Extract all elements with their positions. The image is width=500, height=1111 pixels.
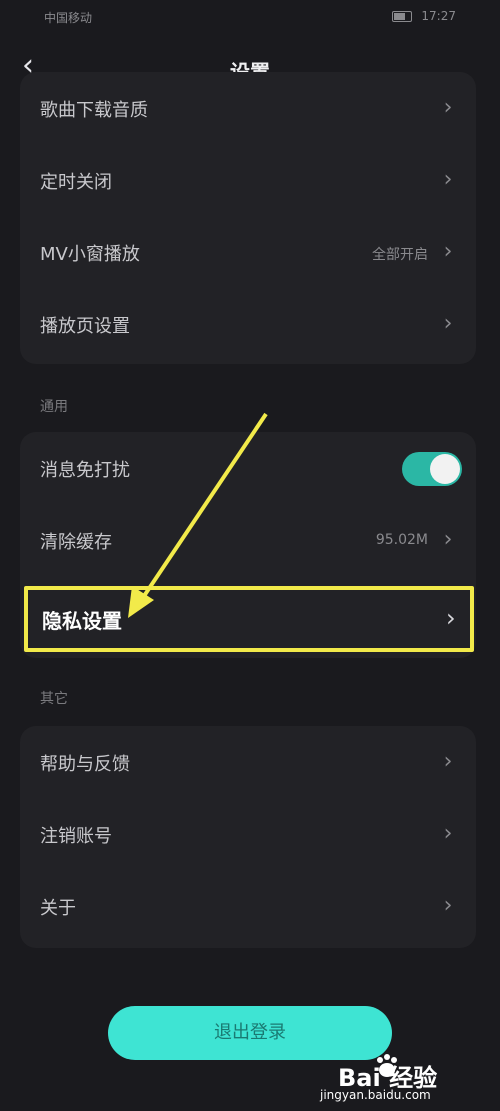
row-label: 消息免打扰	[40, 460, 130, 481]
chevron-right-icon: ›	[443, 167, 453, 192]
settings-row-player-page[interactable]: 播放页设置 ›	[20, 288, 476, 360]
row-value: 全部开启	[372, 247, 428, 263]
settings-row-sleep-timer[interactable]: 定时关闭 ›	[20, 144, 476, 216]
row-label: 清除缓存	[40, 532, 112, 553]
watermark-url: jingyan.baidu.com	[320, 1088, 431, 1102]
clock: 17:27	[421, 9, 456, 23]
carrier-label: 中国移动	[44, 11, 93, 25]
other-settings-card: 帮助与反馈 › 注销账号 › 关于 ›	[20, 726, 476, 948]
status-bar: 中国移动 17:27	[0, 0, 500, 36]
chevron-right-icon: ›	[446, 604, 456, 632]
section-label-general: 通用	[40, 399, 68, 415]
settings-row-mv-mini-window[interactable]: MV小窗播放 全部开启 ›	[20, 216, 476, 288]
settings-row-download-quality[interactable]: 歌曲下载音质 ›	[20, 72, 476, 144]
chevron-right-icon: ›	[443, 749, 453, 774]
chevron-right-icon: ›	[443, 311, 453, 336]
do-not-disturb-toggle[interactable]	[402, 452, 462, 486]
settings-row-privacy[interactable]: 隐私设置	[42, 605, 122, 634]
chevron-right-icon: ›	[443, 821, 453, 846]
row-value: 95.02M	[375, 532, 428, 548]
row-label: 定时关闭	[40, 172, 112, 193]
row-label: 歌曲下载音质	[40, 100, 148, 121]
baidu-watermark: Bai 经验 jingyan.baidu.com	[320, 1054, 480, 1104]
row-label: 注销账号	[40, 826, 112, 847]
row-label: MV小窗播放	[40, 244, 140, 265]
battery-icon	[391, 11, 412, 22]
paw-icon	[377, 1054, 397, 1077]
settings-row-clear-cache[interactable]: 清除缓存 95.02M ›	[20, 504, 476, 576]
row-label: 帮助与反馈	[40, 754, 130, 775]
toggle-knob	[430, 454, 460, 484]
settings-row-help-feedback[interactable]: 帮助与反馈 ›	[20, 726, 476, 798]
section-label-other: 其它	[40, 691, 68, 707]
settings-row-do-not-disturb: 消息免打扰	[20, 432, 476, 504]
chevron-right-icon: ›	[443, 893, 453, 918]
chevron-right-icon: ›	[443, 239, 453, 264]
logout-button[interactable]: 退出登录	[108, 1006, 392, 1060]
chevron-right-icon: ›	[443, 527, 453, 552]
settings-row-about[interactable]: 关于 ›	[20, 870, 476, 942]
status-right: 17:27	[391, 9, 456, 23]
chevron-right-icon: ›	[443, 95, 453, 120]
row-label: 播放页设置	[40, 316, 130, 337]
settings-row-delete-account[interactable]: 注销账号 ›	[20, 798, 476, 870]
row-label: 关于	[40, 898, 76, 919]
playback-settings-card: 歌曲下载音质 › 定时关闭 › MV小窗播放 全部开启 › 播放页设置 ›	[20, 72, 476, 364]
